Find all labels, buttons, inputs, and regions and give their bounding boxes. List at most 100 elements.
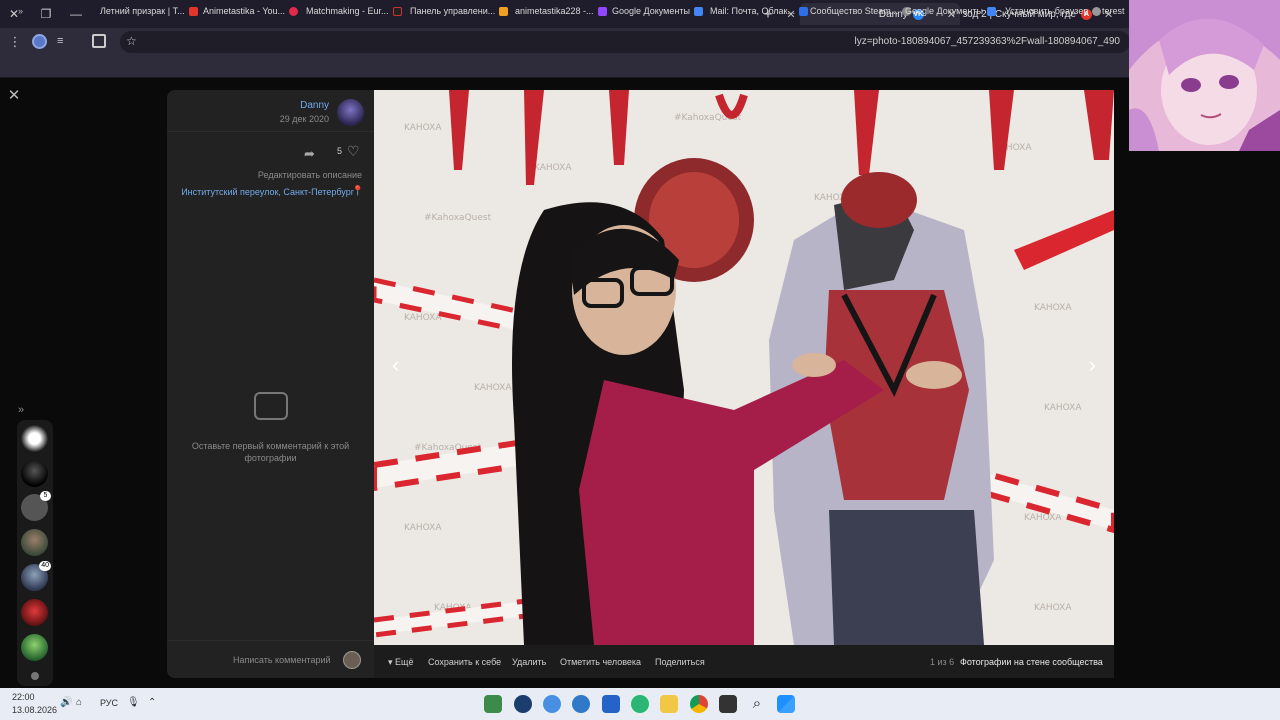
bookmark-label: Animetastika - You... [203, 6, 286, 16]
share-icon[interactable]: ➦ [304, 146, 315, 162]
photo-counter: 1 из 6 [930, 657, 955, 667]
bookmark-label: Летний призрак | Т... [100, 6, 185, 16]
bookmark-item[interactable]: Google Документы [612, 4, 703, 18]
location-pin-icon: 📍 [351, 186, 364, 197]
app-icon[interactable] [572, 695, 590, 713]
clock-time[interactable]: 22:00 [12, 692, 35, 702]
bookmark-item[interactable]: terest [1102, 4, 1125, 18]
delete-button[interactable]: Удалить [512, 657, 546, 667]
bookmark-star-icon[interactable]: ☆ [126, 34, 137, 48]
bookmark-icon [986, 6, 996, 16]
post-date[interactable]: 29 дек 2020 [280, 114, 329, 124]
chat-avatar[interactable]: 40 [21, 561, 51, 591]
main-photo[interactable]: KAHOXA KAHOXA #KahoxaQuest #KahoxaQuest KAH… [374, 90, 1114, 645]
svg-text:KAHOXA: KAHOXA [474, 383, 512, 393]
bookmark-item[interactable]: Летний призрак | Т... [100, 4, 198, 18]
chat-avatar[interactable] [21, 529, 48, 556]
bookmark-item[interactable]: Animetastika - You... [203, 4, 299, 18]
photo-illustration: KAHOXAKAHOXA#KahoxaQuest #KahoxaQuestKAH… [374, 90, 1114, 645]
next-photo-icon[interactable]: › [1089, 352, 1096, 378]
unread-badge: 5 [40, 491, 51, 501]
file-explorer-icon[interactable] [660, 695, 678, 713]
no-comments-text: Оставьте первый комментарий к этой фотог… [191, 441, 350, 463]
store-icon[interactable] [602, 695, 620, 713]
prev-photo-icon[interactable]: ‹ [392, 352, 399, 378]
bookmark-icon [499, 6, 509, 16]
unread-badge: 40 [39, 561, 51, 571]
bookmark-item[interactable]: Сообщество Steam... [810, 4, 912, 18]
volume-icon[interactable]: 🔊 [60, 697, 72, 708]
search-icon[interactable]: ⌕ [748, 695, 766, 713]
stream-overlay-image [1129, 0, 1280, 151]
microphone-icon[interactable]: 🎙 [127, 697, 140, 708]
chat-list-icon[interactable] [31, 672, 39, 680]
url-text: lyz=photo-180894067_457239363%2Fwall-180… [854, 36, 1120, 47]
task-view-icon[interactable] [719, 695, 737, 713]
tag-person-button[interactable]: Отметить человека [560, 657, 641, 667]
chrome-icon[interactable] [690, 695, 708, 713]
location-link[interactable]: Институтский переулок, Санкт-Петербург [181, 187, 354, 197]
tab-groups-icon[interactable]: ≡ [57, 35, 71, 47]
svg-text:KAHOXA: KAHOXA [404, 123, 442, 133]
svg-text:KAHOXA: KAHOXA [1034, 303, 1072, 313]
bookmark-label: Установить браузер [1005, 6, 1089, 16]
edit-description-link[interactable]: Редактировать описание [258, 170, 362, 180]
chat-avatar[interactable] [21, 460, 48, 487]
restore-window-icon[interactable]: ❐ [36, 4, 56, 24]
comments-icon [254, 392, 288, 420]
bookmark-item[interactable]: animetastika228 -... [515, 4, 607, 18]
author-avatar[interactable] [337, 99, 364, 126]
bookmark-item[interactable]: Google Документы [905, 4, 996, 18]
more-actions-button[interactable]: ▾ Ещё [388, 657, 413, 668]
bookmark-item[interactable]: Установить браузер [1005, 4, 1102, 18]
clock-date[interactable]: 13.08.2026 [12, 705, 57, 715]
bookmark-item[interactable]: Панель управлени... [410, 4, 509, 18]
tray-expand-icon[interactable]: ⌃ [148, 697, 156, 708]
bookmark-label: animetastika228 -... [515, 6, 594, 16]
app-icon[interactable] [543, 695, 561, 713]
windows-start-icon[interactable] [777, 695, 795, 713]
chat-avatar[interactable] [21, 599, 48, 626]
bookmark-label: Google Документы [905, 6, 983, 16]
bookmark-icon [693, 6, 703, 16]
expand-rail-icon[interactable]: » [18, 404, 24, 416]
network-icon[interactable]: ⌂ [76, 697, 82, 708]
svg-text:KAHOXA: KAHOXA [534, 163, 572, 173]
minimize-window-icon[interactable]: — [66, 4, 86, 24]
save-to-self-button[interactable]: Сохранить к себе [428, 657, 501, 667]
share-button[interactable]: Поделиться [655, 657, 705, 667]
language-indicator[interactable]: РУС [100, 698, 118, 708]
chat-avatar[interactable] [21, 425, 48, 452]
bookmark-label: Matchmaking - Eur... [306, 6, 389, 16]
extensions-icon[interactable] [92, 34, 106, 48]
svg-text:KAHOXA: KAHOXA [404, 523, 442, 533]
bookmark-label: Сообщество Steam... [810, 6, 899, 16]
menu-dots-icon[interactable]: ⋮ [8, 34, 22, 50]
heart-icon[interactable]: ♡ [347, 143, 360, 160]
bookmark-label: Google Документы [612, 6, 690, 16]
likes-count: 5 [337, 146, 343, 156]
comment-input[interactable]: Написать комментарий [233, 655, 331, 665]
svg-text:KAHOXA: KAHOXA [1034, 603, 1072, 613]
bookmark-icon [798, 6, 808, 16]
svg-text:KAHOXA: KAHOXA [404, 313, 442, 323]
bookmark-label: terest [1102, 6, 1125, 16]
bookmark-item[interactable]: Matchmaking - Eur... [306, 4, 402, 18]
bookmark-icon [597, 6, 607, 16]
chat-avatar[interactable]: 5 [21, 491, 51, 521]
svg-text:#KahoxaQuest: #KahoxaQuest [424, 213, 492, 223]
app-icon[interactable] [484, 695, 502, 713]
author-name[interactable]: Danny [300, 100, 329, 111]
bookmark-icon [1092, 6, 1102, 16]
address-bar[interactable]: ☆ lyz=photo-180894067_457239363%2Fwall-1… [120, 31, 1130, 53]
close-viewer-icon[interactable]: ✕ [6, 86, 22, 104]
bookmarks-overflow-icon[interactable]: » [18, 4, 23, 18]
bookmark-label: Панель управлени... [410, 6, 496, 16]
green-app-icon[interactable] [631, 695, 649, 713]
bookmark-icon [289, 6, 299, 16]
profile-avatar[interactable] [32, 34, 47, 49]
chat-avatar[interactable] [21, 634, 48, 661]
album-title[interactable]: Фотографии на стене сообщества [960, 657, 1103, 667]
bookmark-item[interactable]: Mail: Почта, Облак... [710, 4, 808, 18]
steam-icon[interactable] [514, 695, 532, 713]
